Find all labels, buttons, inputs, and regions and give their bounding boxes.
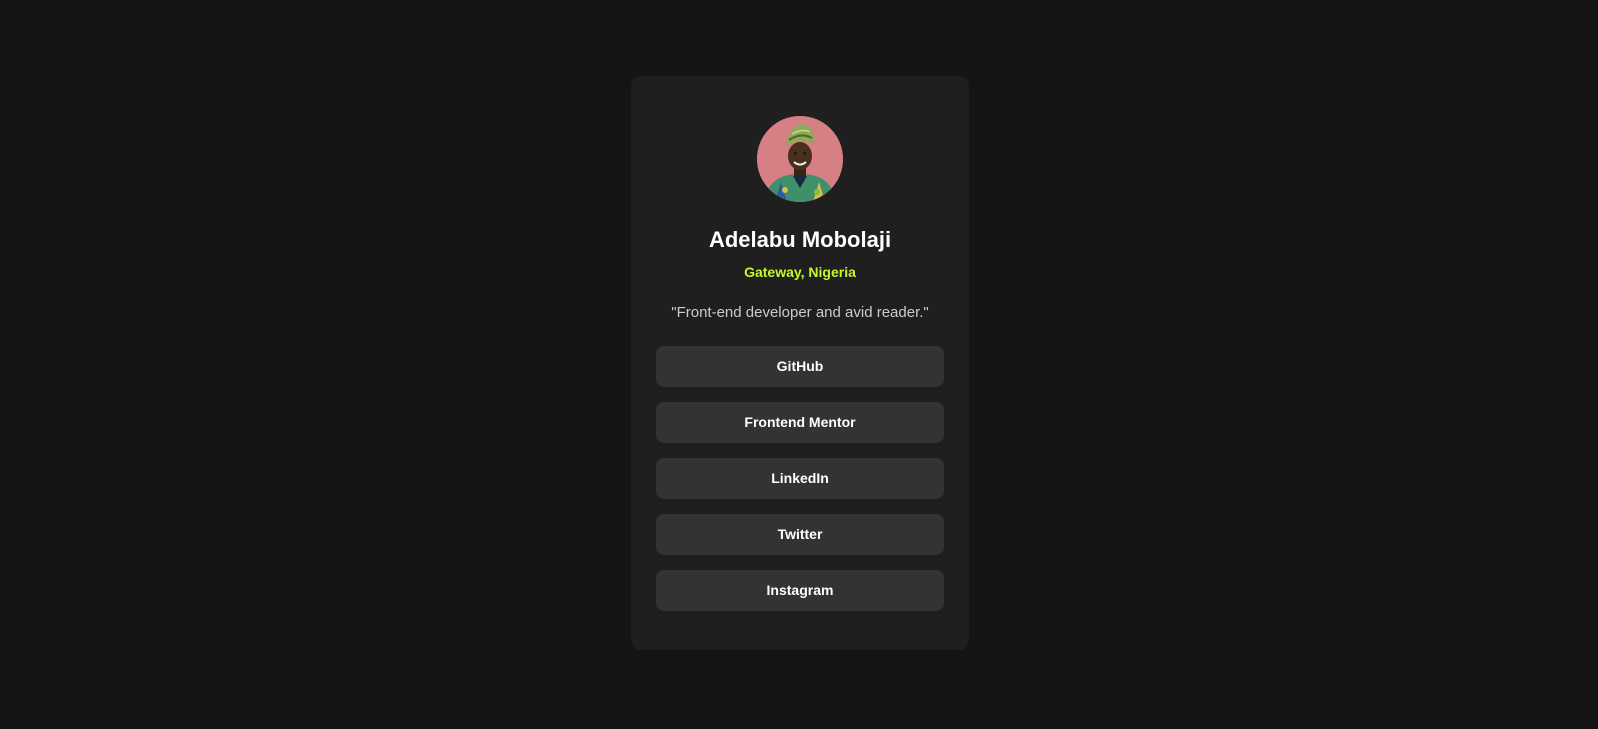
github-link-button[interactable]: GitHub	[656, 346, 944, 387]
twitter-link-button[interactable]: Twitter	[656, 514, 944, 555]
instagram-link-button[interactable]: Instagram	[656, 570, 944, 611]
profile-bio: "Front-end developer and avid reader."	[671, 304, 929, 321]
linkedin-link-button[interactable]: LinkedIn	[656, 458, 944, 499]
profile-location: Gateway, Nigeria	[744, 264, 856, 280]
frontend-mentor-link-button[interactable]: Frontend Mentor	[656, 402, 944, 443]
profile-name: Adelabu Mobolaji	[708, 227, 892, 252]
avatar	[757, 116, 843, 202]
profile-card: Adelabu Mobolaji Gateway, Nigeria "Front…	[631, 76, 969, 650]
social-links: GitHub Frontend Mentor LinkedIn Twitter …	[656, 346, 944, 626]
profile-photo-icon	[757, 116, 843, 202]
